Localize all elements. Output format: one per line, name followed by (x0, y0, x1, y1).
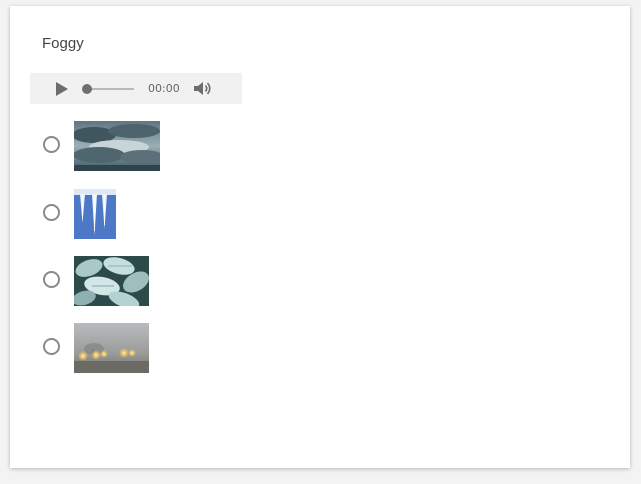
storm-clouds-image[interactable] (74, 121, 160, 171)
audio-time: 00:00 (148, 82, 180, 95)
icicles-image[interactable] (74, 189, 116, 239)
foggy-road-image[interactable] (74, 323, 149, 373)
audio-progress-track[interactable] (86, 88, 134, 90)
volume-icon[interactable] (193, 80, 213, 97)
question-card: Foggy 00:00 (10, 6, 630, 468)
radio-button-4[interactable] (43, 338, 60, 355)
question-title: Foggy (42, 35, 84, 52)
play-icon[interactable] (55, 81, 69, 97)
audio-progress-handle[interactable] (82, 84, 92, 94)
radio-button-3[interactable] (43, 271, 60, 288)
frosted-leaves-image[interactable] (74, 256, 149, 306)
radio-button-1[interactable] (43, 136, 60, 153)
audio-player: 00:00 (30, 73, 242, 104)
radio-button-2[interactable] (43, 204, 60, 221)
